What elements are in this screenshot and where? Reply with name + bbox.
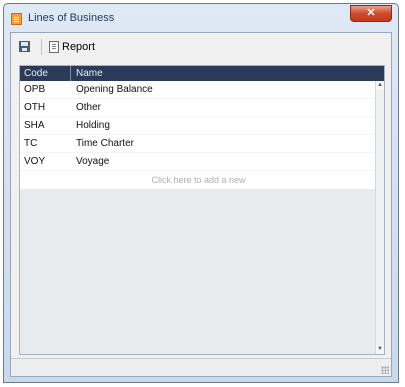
table-row[interactable]: OTH Other	[20, 99, 377, 117]
vertical-scrollbar[interactable]: ▲ ▼	[375, 81, 384, 354]
table-row[interactable]: SHA Holding	[20, 117, 377, 135]
save-icon[interactable]	[19, 41, 30, 52]
cell-code[interactable]: OTH	[24, 99, 45, 116]
report-button-label: Report	[62, 41, 96, 53]
title-bar[interactable]: Lines of Business ✕	[4, 4, 398, 32]
lines-of-business-window: Lines of Business ✕ Report Code Name OPB	[3, 3, 399, 383]
cell-code[interactable]: OPB	[24, 81, 45, 98]
cell-code[interactable]: TC	[24, 135, 37, 152]
scroll-down-arrow-icon[interactable]: ▼	[376, 345, 384, 354]
status-bar	[11, 358, 391, 376]
window-title: Lines of Business	[28, 12, 115, 24]
scroll-up-arrow-icon[interactable]: ▲	[376, 81, 384, 90]
column-header-name[interactable]: Name	[76, 66, 103, 81]
resize-grip-icon[interactable]	[381, 366, 389, 374]
cell-name[interactable]: Opening Balance	[76, 81, 153, 98]
close-button[interactable]: ✕	[350, 5, 392, 22]
window-content: Report Code Name OPB Opening Balance OTH…	[10, 32, 392, 377]
report-icon	[49, 41, 59, 53]
add-new-row[interactable]: Click here to add a new	[20, 171, 377, 189]
app-icon	[11, 13, 22, 25]
report-button[interactable]: Report	[49, 38, 95, 56]
toolbar-separator	[41, 39, 42, 55]
cell-name[interactable]: Voyage	[76, 153, 109, 170]
close-icon: ✕	[366, 7, 376, 19]
cell-code[interactable]: SHA	[24, 117, 45, 134]
column-header-code[interactable]: Code	[24, 66, 48, 81]
column-divider[interactable]	[70, 66, 71, 81]
grid-header: Code Name	[20, 66, 384, 81]
cell-name[interactable]: Holding	[76, 117, 110, 134]
cell-code[interactable]: VOY	[24, 153, 45, 170]
cell-name[interactable]: Other	[76, 99, 101, 116]
table-row[interactable]: VOY Voyage	[20, 153, 377, 171]
table-row[interactable]: OPB Opening Balance	[20, 81, 377, 99]
grid-rows: OPB Opening Balance OTH Other SHA Holdin…	[20, 81, 377, 189]
cell-name[interactable]: Time Charter	[76, 135, 134, 152]
lines-of-business-grid: Code Name OPB Opening Balance OTH Other …	[19, 65, 385, 355]
toolbar: Report	[11, 33, 391, 59]
table-row[interactable]: TC Time Charter	[20, 135, 377, 153]
